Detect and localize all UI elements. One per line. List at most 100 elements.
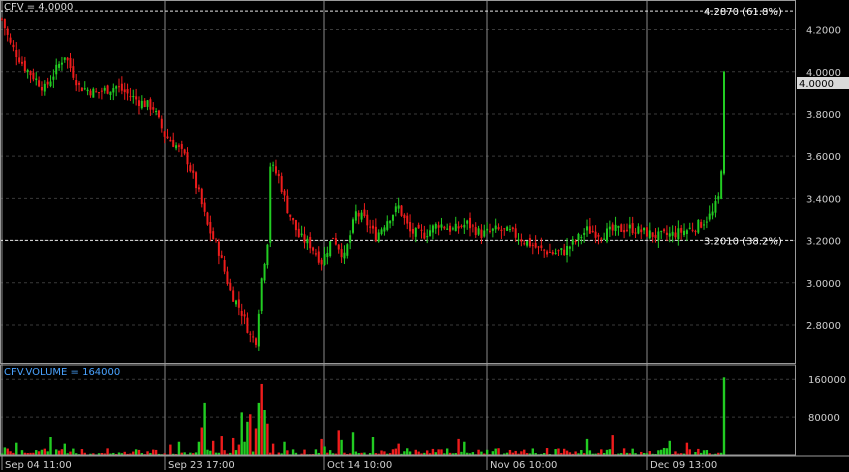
volume-bar [320, 438, 323, 455]
candle-body [69, 57, 72, 68]
candle-body [329, 241, 332, 257]
volume-bar [15, 442, 18, 455]
candle-body [371, 225, 374, 229]
date-tick-label: Oct 14 10:00 [327, 460, 392, 471]
volume-bar [445, 448, 449, 455]
candle-body [52, 76, 55, 80]
candle-body [177, 145, 180, 147]
candle-body [143, 100, 146, 107]
candle-body [103, 87, 106, 91]
volume-tick-label: 80000 [808, 413, 840, 424]
candle-body [1, 18, 3, 20]
candle-body [217, 241, 220, 256]
candle-body [423, 232, 426, 239]
volume-bar [314, 449, 318, 455]
candle-body [157, 110, 160, 118]
candle-body [15, 49, 18, 58]
volume-bar [63, 443, 66, 455]
candle-body [537, 246, 540, 248]
candle-body [657, 231, 660, 241]
candle-body [566, 246, 569, 256]
candle-body [223, 260, 226, 272]
candle-body [591, 231, 594, 233]
candle-body [429, 230, 432, 236]
candle-body [369, 226, 372, 228]
volume-bar [477, 449, 480, 455]
candle-body [18, 57, 21, 63]
candle-body [274, 166, 277, 174]
candle-body [723, 71, 725, 174]
volume-bar [231, 437, 235, 455]
candle-body [269, 166, 272, 243]
candle-body [411, 228, 414, 234]
candle-body [323, 253, 326, 266]
candle-body [243, 314, 246, 317]
volume-bar [565, 450, 569, 455]
volume-bar [674, 451, 677, 455]
volume-bar [463, 441, 466, 455]
candle-body [160, 118, 163, 129]
volume-bar [705, 450, 709, 455]
volume-bar [152, 449, 155, 455]
candle-body [366, 214, 369, 226]
volume-bar [417, 451, 420, 455]
candle-body [571, 239, 574, 245]
volume-bar [249, 414, 252, 455]
candle-body [146, 100, 149, 107]
candle-body [568, 246, 571, 249]
candle-body [98, 92, 101, 94]
volume-bar [523, 449, 526, 455]
volume-bar [266, 423, 269, 455]
volume-bar [337, 430, 340, 455]
volume-bar [380, 450, 383, 455]
candle-body [155, 111, 158, 113]
volume-bar [246, 421, 249, 455]
candle-body [488, 230, 491, 232]
candle-body [603, 238, 606, 240]
candle-body [277, 173, 280, 177]
candle-body [580, 236, 583, 238]
candle-body [149, 99, 152, 110]
volume-bar [134, 449, 138, 455]
candle-body [32, 72, 35, 80]
candle-body [494, 225, 497, 230]
candle-body [272, 164, 275, 166]
candle-body [340, 249, 343, 258]
volume-bar [574, 451, 577, 455]
volume-bar [497, 448, 500, 455]
volume-bar [457, 438, 460, 455]
volume-bar [223, 450, 226, 455]
candle-body [597, 234, 600, 237]
candle-body [260, 278, 263, 312]
volume-tick-label: 160000 [808, 375, 846, 386]
candle-body [417, 224, 420, 229]
candle-body [135, 96, 138, 100]
volume-bar [371, 437, 375, 455]
candle-body [528, 238, 531, 247]
candle-body [586, 226, 589, 231]
volume-bar [260, 383, 263, 455]
candle-body [531, 244, 534, 246]
candle-body [360, 212, 363, 220]
volume-bar [209, 450, 212, 455]
volume-bar [600, 449, 603, 455]
candle-body [377, 232, 380, 242]
volume-bar [557, 448, 560, 455]
candle-body [29, 71, 32, 76]
candle-body [215, 239, 218, 241]
candle-body [620, 224, 623, 232]
candle-body [648, 230, 651, 239]
candle-body [705, 221, 708, 223]
candle-body [451, 228, 454, 230]
volume-bar [263, 410, 266, 455]
volume-bar [660, 449, 663, 455]
candle-body [474, 227, 477, 236]
volume-bar [545, 448, 549, 455]
candle-body [457, 226, 460, 229]
candle-body [386, 221, 389, 230]
candle-body [252, 336, 255, 338]
candle-body [665, 232, 668, 235]
volume-bar [508, 449, 512, 455]
candle-body [112, 88, 115, 93]
volume-bar [200, 427, 203, 455]
